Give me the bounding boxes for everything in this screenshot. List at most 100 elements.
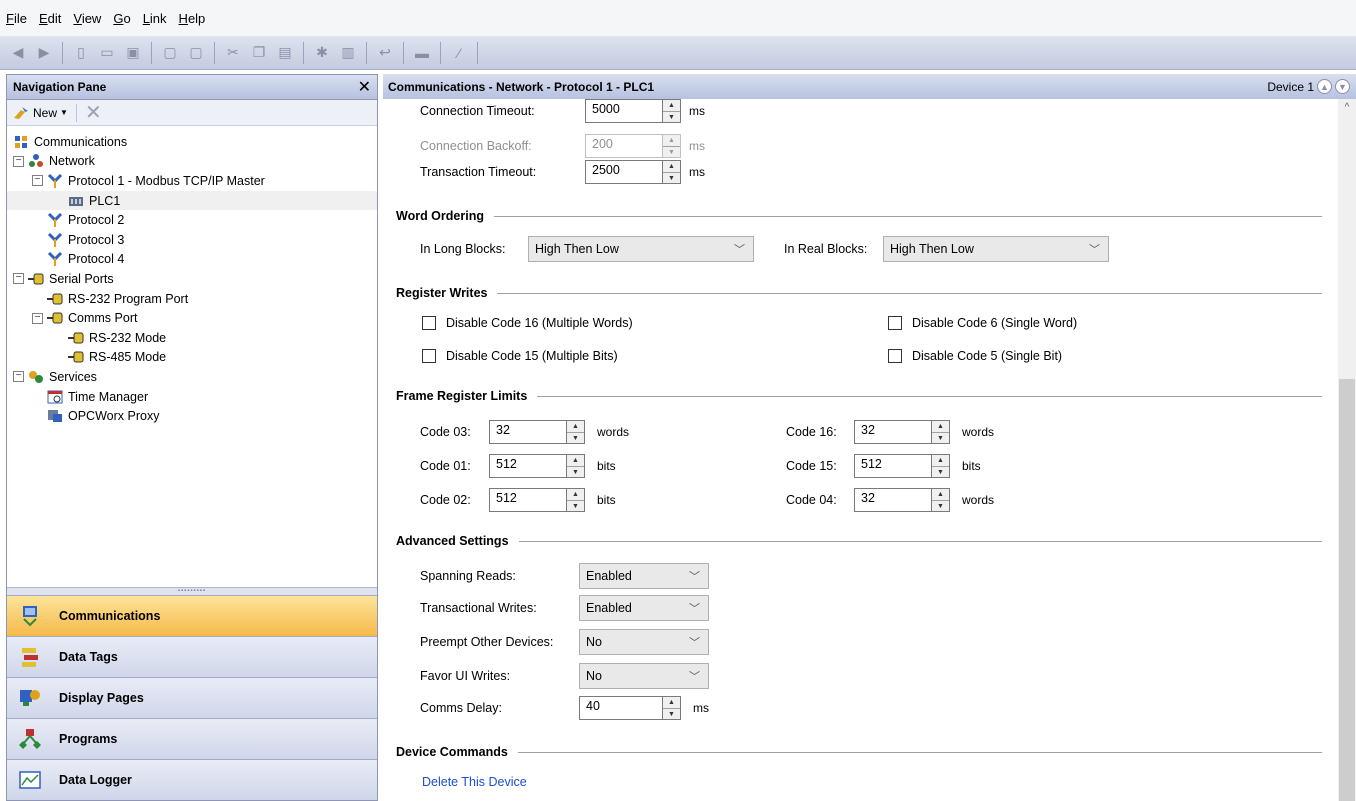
disable-code-16-row[interactable]: Disable Code 16 (Multiple Words) bbox=[422, 316, 633, 330]
save-icon[interactable]: ▣ bbox=[123, 43, 143, 63]
forward-icon[interactable]: ▶ bbox=[34, 43, 54, 63]
tree-item-protocol-1[interactable]: − Protocol 1 - Modbus TCP/IP Master bbox=[7, 171, 377, 191]
tree-item-comms-port[interactable]: − Comms Port bbox=[7, 308, 377, 328]
long-blocks-select[interactable]: High Then Low ﹀ bbox=[528, 236, 754, 262]
disable-code-5-row[interactable]: Disable Code 5 (Single Bit) bbox=[888, 349, 1062, 363]
spin-buttons[interactable]: ▲ ▼ bbox=[567, 454, 585, 478]
tree-item-protocol-4[interactable]: Protocol 4 bbox=[7, 250, 377, 270]
spin-buttons[interactable]: ▲ ▼ bbox=[663, 696, 681, 720]
code-01-stepper[interactable]: 512 ▲ ▼ bbox=[489, 454, 585, 478]
down-arrow-icon[interactable]: ▼ bbox=[567, 433, 584, 444]
tree-item-rs232-mode[interactable]: RS-232 Mode bbox=[7, 328, 377, 348]
paste-icon[interactable]: ▤ bbox=[275, 43, 295, 63]
checkbox-box[interactable] bbox=[422, 316, 436, 330]
previous-icon[interactable]: ▲ bbox=[1317, 79, 1332, 94]
transaction-timeout-input[interactable]: 2500 bbox=[585, 160, 663, 184]
cut-icon[interactable]: ✂ bbox=[223, 43, 243, 63]
replace-icon[interactable]: ▥ bbox=[338, 43, 358, 63]
collapse-icon[interactable]: − bbox=[13, 155, 24, 167]
nav-button-communications[interactable]: Communications bbox=[7, 595, 377, 636]
up-arrow-icon[interactable]: ▲ bbox=[663, 697, 680, 709]
nav-button-data-logger[interactable]: Data Logger bbox=[7, 759, 377, 800]
code-04-stepper[interactable]: 32 ▲ ▼ bbox=[854, 488, 950, 512]
checkbox-box[interactable] bbox=[888, 349, 902, 363]
spin-buttons[interactable]: ▲ ▼ bbox=[663, 160, 681, 184]
window-icon[interactable]: ▬ bbox=[412, 43, 432, 63]
code-01-input[interactable]: 512 bbox=[489, 454, 567, 478]
tools-icon[interactable]: ⁄ bbox=[449, 43, 469, 63]
undo-icon[interactable]: ▢ bbox=[160, 43, 180, 63]
down-arrow-icon[interactable]: ▼ bbox=[932, 501, 949, 512]
new-file-icon[interactable]: ▯ bbox=[71, 43, 91, 63]
up-arrow-icon[interactable]: ▲ bbox=[663, 161, 680, 173]
tree-item-network[interactable]: − Network bbox=[7, 152, 377, 172]
tree-item-plc1[interactable]: PLC1 bbox=[7, 190, 377, 211]
copy-icon[interactable]: ❐ bbox=[249, 43, 269, 63]
tree-item-rs232-program-port[interactable]: RS-232 Program Port bbox=[7, 289, 377, 309]
transactional-writes-select[interactable]: Enabled ﹀ bbox=[579, 595, 709, 621]
code-15-stepper[interactable]: 512 ▲ ▼ bbox=[854, 454, 950, 478]
spin-buttons[interactable]: ▲ ▼ bbox=[663, 99, 681, 123]
find-icon[interactable]: ✱ bbox=[312, 43, 332, 63]
redo-icon[interactable]: ▢ bbox=[186, 43, 206, 63]
collapse-icon[interactable]: − bbox=[13, 371, 24, 383]
up-arrow-icon[interactable]: ▲ bbox=[932, 421, 949, 433]
tree-item-serial-ports[interactable]: − Serial Ports bbox=[7, 269, 377, 289]
nav-button-display-pages[interactable]: Display Pages bbox=[7, 677, 377, 718]
spin-buttons[interactable]: ▲ ▼ bbox=[567, 488, 585, 512]
up-arrow-icon[interactable]: ▲ bbox=[567, 421, 584, 433]
nav-button-programs[interactable]: Programs bbox=[7, 718, 377, 759]
disable-code-15-checkbox[interactable]: Disable Code 15 (Multiple Bits) bbox=[422, 349, 618, 363]
up-arrow-icon[interactable]: ▲ bbox=[567, 489, 584, 501]
code-04-input[interactable]: 32 bbox=[854, 488, 932, 512]
collapse-icon[interactable]: − bbox=[13, 273, 24, 285]
down-arrow-icon[interactable]: ▼ bbox=[663, 173, 680, 184]
real-blocks-select[interactable]: High Then Low ﹀ bbox=[883, 236, 1109, 262]
link-icon[interactable]: ↩ bbox=[375, 43, 395, 63]
down-arrow-icon[interactable]: ▼ bbox=[663, 709, 680, 720]
tree-item-protocol-3[interactable]: Protocol 3 bbox=[7, 230, 377, 250]
up-arrow-icon[interactable]: ▲ bbox=[932, 455, 949, 467]
delete-device-link[interactable]: Delete This Device bbox=[422, 775, 527, 789]
code-03-input[interactable]: 32 bbox=[489, 420, 567, 444]
code-03-stepper[interactable]: 32 ▲ ▼ bbox=[489, 420, 585, 444]
down-arrow-icon[interactable]: ▼ bbox=[932, 467, 949, 478]
spin-buttons[interactable]: ▲ ▼ bbox=[567, 420, 585, 444]
spin-buttons[interactable]: ▲ ▼ bbox=[932, 488, 950, 512]
down-arrow-icon[interactable]: ▼ bbox=[567, 501, 584, 512]
scroll-up-icon[interactable]: ^ bbox=[1338, 99, 1356, 117]
disable-code-5-checkbox[interactable]: Disable Code 5 (Single Bit) bbox=[888, 349, 1062, 363]
next-icon[interactable]: ▼ bbox=[1335, 79, 1350, 94]
code-15-input[interactable]: 512 bbox=[854, 454, 932, 478]
tree-item-communications[interactable]: Communications bbox=[7, 132, 377, 152]
menu-edit[interactable]: Edit bbox=[39, 11, 61, 26]
checkbox-box[interactable] bbox=[888, 316, 902, 330]
connection-timeout-stepper[interactable]: 5000 ▲ ▼ bbox=[585, 99, 681, 123]
transaction-timeout-stepper[interactable]: 2500 ▲ ▼ bbox=[585, 160, 681, 184]
up-arrow-icon[interactable]: ▲ bbox=[567, 455, 584, 467]
checkbox-box[interactable] bbox=[422, 349, 436, 363]
delete-icon[interactable]: ✕ bbox=[85, 103, 102, 123]
tree-item-rs485-mode[interactable]: RS-485 Mode bbox=[7, 348, 377, 368]
comms-delay-stepper[interactable]: 40 ▲ ▼ bbox=[579, 696, 681, 720]
nav-button-data-tags[interactable]: Data Tags bbox=[7, 636, 377, 677]
menu-file[interactable]: File bbox=[6, 11, 27, 26]
disable-code-6-checkbox[interactable]: Disable Code 6 (Single Word) bbox=[888, 316, 1077, 330]
open-icon[interactable]: ▭ bbox=[97, 43, 117, 63]
tree-item-time-manager[interactable]: Time Manager bbox=[7, 387, 377, 407]
tree-item-services[interactable]: − Services bbox=[7, 367, 377, 387]
spin-buttons[interactable]: ▲ ▼ bbox=[932, 454, 950, 478]
collapse-icon[interactable]: − bbox=[32, 312, 43, 324]
down-arrow-icon[interactable]: ▼ bbox=[932, 433, 949, 444]
preempt-other-devices-select[interactable]: No ﹀ bbox=[579, 629, 709, 655]
menu-go[interactable]: Go bbox=[113, 11, 130, 26]
disable-code-6-row[interactable]: Disable Code 6 (Single Word) bbox=[888, 316, 1077, 330]
spin-buttons[interactable]: ▲ ▼ bbox=[932, 420, 950, 444]
back-icon[interactable]: ◀ bbox=[8, 43, 28, 63]
scroll-thumb[interactable] bbox=[1339, 379, 1355, 801]
vertical-scrollbar[interactable]: ^ bbox=[1338, 99, 1356, 801]
spanning-reads-select[interactable]: Enabled ﹀ bbox=[579, 563, 709, 589]
disable-code-16-checkbox[interactable]: Disable Code 16 (Multiple Words) bbox=[422, 316, 633, 330]
connection-timeout-input[interactable]: 5000 bbox=[585, 99, 663, 123]
up-arrow-icon[interactable]: ▲ bbox=[932, 489, 949, 501]
